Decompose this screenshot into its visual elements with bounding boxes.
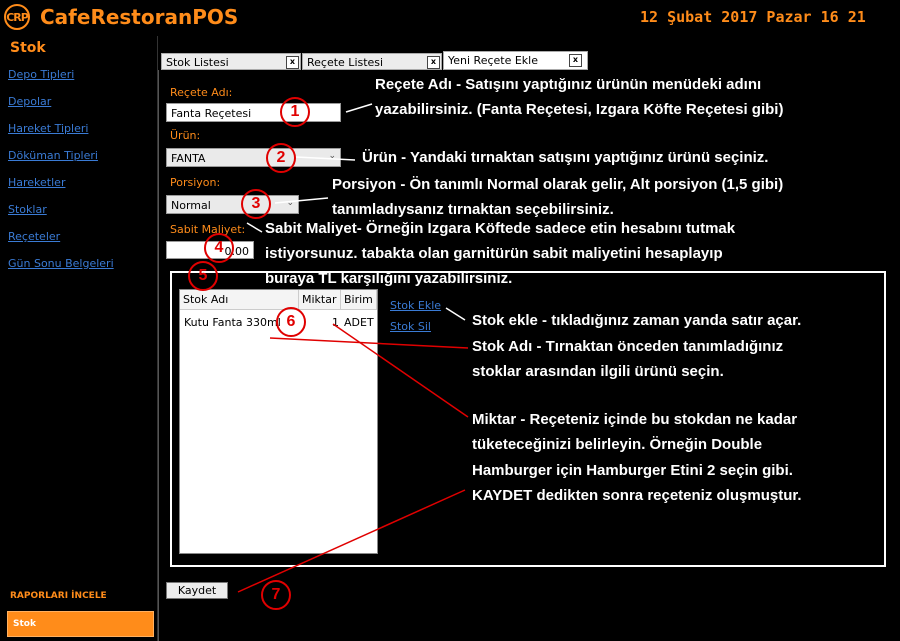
cell-birim[interactable]: ADET — [344, 316, 374, 329]
annotation-urun: Ürün - Yandaki tırnaktan satışını yaptığ… — [362, 149, 769, 166]
tab-stok-listesi[interactable]: Stok Listesi x — [161, 53, 301, 70]
chevron-down-icon: ⌄ — [286, 198, 294, 208]
porsiyon-select[interactable]: Normal ⌄ — [166, 195, 299, 214]
app-logo-icon: CRP — [4, 4, 30, 30]
marker-3: 3 — [241, 189, 271, 219]
marker-4: 4 — [204, 233, 234, 263]
stok-sil-link[interactable]: Stok Sil — [390, 320, 431, 333]
marker-7: 7 — [261, 580, 291, 610]
annotation-recete-adi-1: Reçete Adı - Satışını yaptığınız ürünün … — [375, 76, 762, 93]
close-icon[interactable]: x — [286, 56, 299, 69]
marker-6: 6 — [276, 307, 306, 337]
sidebar-item-gun-sonu-belgeleri[interactable]: Gün Sonu Belgeleri — [8, 257, 114, 270]
annotation-sabit-maliyet-1: Sabit Maliyet- Örneğin Izgara Köftede sa… — [265, 220, 736, 237]
sidebar-item-receteler[interactable]: Reçeteler — [8, 230, 60, 243]
kaydet-button[interactable]: Kaydet — [166, 582, 228, 599]
annotation-sabit-maliyet-3: buraya TL karşılığını yazabilirsiniz. — [265, 270, 513, 287]
sidebar-item-depo-tipleri[interactable]: Depo Tipleri — [8, 68, 74, 81]
sidebar-item-stoklar[interactable]: Stoklar — [8, 203, 47, 216]
annotation-miktar-1: Miktar - Reçeteniz içinde bu stokdan ne … — [472, 411, 798, 428]
tab-recete-listesi[interactable]: Reçete Listesi x — [302, 53, 442, 70]
annotation-miktar-2: tüketeceğinizi belirleyin. Örneğin Doubl… — [472, 436, 763, 453]
urun-value: FANTA — [171, 152, 206, 165]
annotation-recete-adi-2: yazabilirsiniz. (Fanta Reçetesi, Izgara … — [375, 101, 784, 118]
recete-adi-label: Reçete Adı: — [170, 86, 233, 99]
stok-module-button[interactable]: Stok — [7, 611, 154, 637]
datetime-display: 12 Şubat 2017 Pazar 16 21 — [640, 8, 866, 26]
marker-2: 2 — [266, 143, 296, 173]
app-title: CafeRestoranPOS — [40, 5, 239, 29]
close-icon[interactable]: x — [427, 56, 440, 69]
annotation-miktar-4: KAYDET dedikten sonra reçeteniz oluşmuşt… — [472, 487, 802, 504]
sidebar-item-dokuman-tipleri[interactable]: Döküman Tipleri — [8, 149, 98, 162]
tab-yeni-recete-ekle[interactable]: Yeni Reçete Ekle x — [443, 51, 588, 70]
annotation-stok-adi-1: Stok Adı - Tırnaktan önceden tanımladığı… — [472, 338, 784, 355]
cell-miktar[interactable]: 1 — [332, 316, 339, 329]
annotation-miktar-3: Hamburger için Hamburger Etini 2 seçin g… — [472, 462, 793, 479]
tab-label: Reçete Listesi — [307, 56, 384, 69]
chevron-down-icon: ⌄ — [328, 151, 336, 161]
annotation-sabit-maliyet-2: istiyorsunuz. tabakta olan garnitürün sa… — [265, 245, 723, 262]
close-icon[interactable]: x — [569, 54, 582, 67]
column-header-stok-adi[interactable]: Stok Adı — [180, 290, 299, 310]
marker-5: 5 — [188, 261, 218, 291]
column-header-miktar[interactable]: Miktar — [299, 290, 341, 310]
stok-ekle-link[interactable]: Stok Ekle — [390, 299, 441, 312]
annotation-stok-ekle: Stok ekle - tıkladığınız zaman yanda sat… — [472, 312, 802, 329]
annotation-porsiyon-1: Porsiyon - Ön tanımlı Normal olarak geli… — [332, 176, 784, 193]
column-header-birim[interactable]: Birim — [341, 290, 377, 310]
sidebar-title: Stok — [10, 40, 46, 56]
tab-label: Yeni Reçete Ekle — [448, 54, 539, 67]
recete-adi-input[interactable]: Fanta Reçetesi — [166, 103, 341, 122]
annotation-stok-adi-2: stoklar arasından ilgili ürünü seçin. — [472, 363, 724, 380]
urun-label: Ürün: — [170, 129, 201, 142]
sidebar-item-depolar[interactable]: Depolar — [8, 95, 51, 108]
porsiyon-label: Porsiyon: — [170, 176, 221, 189]
marker-1: 1 — [280, 97, 310, 127]
urun-select[interactable]: FANTA ⌄ — [166, 148, 341, 167]
tab-label: Stok Listesi — [166, 56, 229, 69]
sidebar-item-hareket-tipleri[interactable]: Hareket Tipleri — [8, 122, 88, 135]
reports-section-label[interactable]: RAPORLARI İNCELE — [10, 591, 107, 601]
sabit-maliyet-label: Sabit Maliyet: — [170, 223, 246, 236]
porsiyon-value: Normal — [171, 199, 211, 212]
sidebar-item-hareketler[interactable]: Hareketler — [8, 176, 65, 189]
